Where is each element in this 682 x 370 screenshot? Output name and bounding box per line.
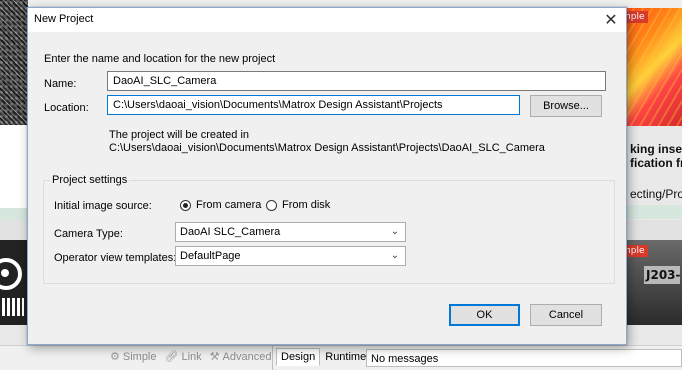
close-icon[interactable]: ✕ [602, 11, 620, 29]
radio-from-camera-label: From camera [196, 199, 262, 211]
radio-from-camera[interactable]: From camera [180, 199, 261, 211]
link-icon: 🔗︎ [164, 351, 179, 363]
project-settings-title: Project settings [50, 174, 130, 186]
right-divider [626, 205, 682, 219]
tab-runtime[interactable]: Runtime [320, 348, 371, 366]
name-label: Name: [44, 78, 77, 90]
left-panel [0, 125, 28, 220]
radio-from-disk-label: From disk [282, 199, 331, 211]
plate-text: J203- [644, 266, 681, 284]
simple-tool[interactable]: ⚙ Simple [110, 350, 157, 364]
camera-type-select[interactable]: DaoAI SLC_Camera ⌄ [175, 222, 406, 242]
barcode-graphic [2, 298, 24, 316]
intro-text: Enter the name and location for the new … [44, 53, 276, 65]
ring-graphic [0, 258, 22, 290]
example-path-text: ecting/Proc [630, 187, 682, 201]
dialog-title: New Project [34, 13, 94, 25]
tools-icon: ⚒ [209, 351, 220, 363]
creation-note-line1: The project will be created in [109, 129, 250, 141]
templates-value: DefaultPage [180, 250, 241, 262]
tab-design[interactable]: Design [276, 348, 321, 366]
bottom-toolbar: ⚙ Simple 🔗︎ Link ⚒ Advanced Design Runti… [0, 345, 682, 370]
left-image-thumbnail [0, 0, 28, 125]
mode-tools: ⚙ Simple 🔗︎ Link ⚒ Advanced [110, 350, 272, 364]
left-divider [0, 208, 28, 220]
link-label: Link [181, 350, 202, 363]
cancel-button[interactable]: Cancel [530, 304, 602, 326]
dialog-titlebar[interactable]: New Project ✕ [28, 8, 626, 32]
example-title-line2: fication fro [630, 156, 682, 170]
image-source-label: Initial image source: [54, 200, 152, 212]
chevron-down-icon: ⌄ [390, 250, 400, 261]
templates-select[interactable]: DefaultPage ⌄ [175, 246, 406, 266]
new-project-dialog: New Project ✕ Enter the name and locatio… [27, 7, 627, 345]
link-tool[interactable]: 🔗︎ Link [164, 350, 202, 364]
templates-label: Operator view templates: [54, 252, 177, 264]
browse-button[interactable]: Browse... [530, 95, 602, 117]
simple-label: Simple [122, 350, 157, 363]
camera-type-label: Camera Type: [54, 228, 123, 240]
location-field[interactable] [107, 95, 520, 115]
gear-icon: ⚙ [110, 351, 120, 363]
camera-type-value: DaoAI SLC_Camera [180, 226, 281, 238]
location-label: Location: [44, 102, 89, 114]
advanced-tool[interactable]: ⚒ Advanced [209, 350, 272, 364]
messages-box: No messages [366, 349, 682, 367]
radio-checked-icon [180, 199, 191, 211]
name-field[interactable] [107, 71, 606, 91]
creation-note-path: C:\Users\daoai_vision\Documents\Matrox D… [109, 142, 545, 154]
example-title-line1: king insertion [630, 142, 682, 156]
right-example-heatmap[interactable] [626, 8, 682, 126]
advanced-label: Advanced [222, 350, 272, 363]
toolbar-separator [272, 346, 273, 370]
chevron-down-icon: ⌄ [390, 226, 400, 237]
ok-button[interactable]: OK [449, 304, 520, 326]
bottom-tabs: Design Runtime [276, 348, 371, 366]
left-example-thumbnail[interactable] [0, 240, 28, 325]
radio-unchecked-icon [266, 199, 277, 211]
radio-from-disk[interactable]: From disk [266, 199, 330, 211]
